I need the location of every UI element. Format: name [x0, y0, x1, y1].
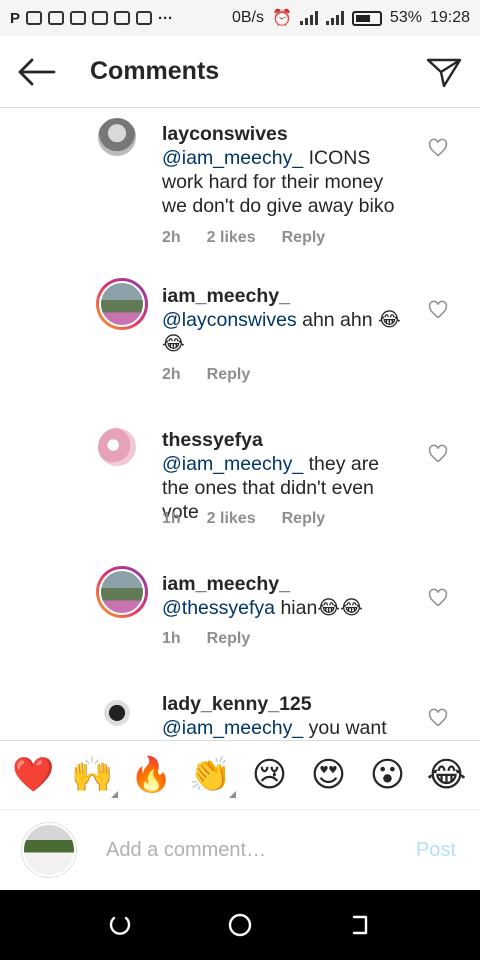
- notification-icons: P ···: [10, 10, 173, 27]
- comment-time: 2h: [162, 366, 181, 383]
- home-button[interactable]: [220, 905, 260, 945]
- share-button[interactable]: [422, 50, 466, 94]
- paper-plane-icon: [426, 58, 462, 88]
- emoji-crying-button[interactable]: 😢: [243, 748, 297, 802]
- more-variants-icon: [110, 791, 118, 798]
- comments-header: Comments: [0, 36, 480, 108]
- comment-username[interactable]: iam_meechy_: [162, 285, 290, 307]
- emoji-clap-button[interactable]: 👏: [184, 748, 238, 802]
- reply-button[interactable]: Reply: [207, 630, 251, 648]
- comment-username[interactable]: layconswives: [162, 123, 288, 145]
- home-circle-icon: [228, 913, 252, 937]
- instagram-icon: [92, 11, 109, 25]
- add-comment-bar: Post: [0, 810, 480, 890]
- emoji-clap-glyph: 👏: [189, 755, 232, 795]
- profile-photo: [96, 690, 138, 732]
- comment-meta: 2h 2 likes Reply: [162, 229, 325, 247]
- heart-icon[interactable]: [428, 708, 448, 728]
- mail-icon: [70, 11, 87, 25]
- back-nav-icon: [352, 915, 368, 935]
- recents-button[interactable]: [100, 905, 140, 945]
- avatar[interactable]: [96, 690, 138, 732]
- comment-username[interactable]: iam_meechy_: [162, 573, 290, 595]
- reply-button[interactable]: Reply: [207, 366, 251, 384]
- battery-icon: [351, 10, 382, 26]
- comment-text: iam_meechy_ @layconswives ahn ahn 😂😂: [162, 284, 402, 356]
- battery-percent: 53%: [389, 9, 422, 26]
- comment-time: 2h: [162, 229, 181, 246]
- reply-button[interactable]: Reply: [282, 510, 326, 528]
- profile-photo: [96, 426, 138, 468]
- pinterest-icon: P: [10, 9, 21, 27]
- signal-icon: [299, 11, 318, 25]
- emoji-heart-button[interactable]: ❤️: [7, 748, 61, 802]
- emoji-raised-hands-glyph: 🙌: [71, 755, 114, 795]
- profile-photo: [99, 281, 145, 327]
- avatar[interactable]: [96, 426, 138, 468]
- emoji-heart-eyes-button[interactable]: 😍: [302, 748, 356, 802]
- emoji-fire-button[interactable]: 🔥: [125, 748, 179, 802]
- arrow-left-icon: [18, 58, 56, 85]
- net-speed: 0B/s: [231, 9, 264, 26]
- reply-button[interactable]: Reply: [282, 229, 326, 247]
- comment-mention[interactable]: @iam_meechy_: [162, 453, 303, 475]
- heart-icon[interactable]: [428, 588, 448, 608]
- emoji-wow-button[interactable]: 😮: [361, 748, 415, 802]
- cloud-icon: [48, 11, 65, 25]
- comment-mention[interactable]: @layconswives: [162, 309, 297, 331]
- chrome-icon: [114, 11, 131, 25]
- signal-2-icon: [325, 11, 344, 25]
- back-button[interactable]: [0, 36, 72, 108]
- comment-time: 1h: [162, 510, 181, 527]
- emoji-raised-hands-button[interactable]: 🙌: [66, 748, 120, 802]
- alarm-icon: ⏰: [272, 10, 292, 27]
- my-avatar: [22, 823, 76, 877]
- comment-time: 1h: [162, 630, 181, 647]
- page-title: Comments: [90, 57, 220, 85]
- emoji-quick-bar: ❤️ 🙌 🔥 👏 😢 😍 😮 😂: [0, 740, 480, 810]
- clock: 19:28: [429, 9, 470, 26]
- comment-text: lady_kenny_125 @iam_meechy_ you want: [162, 692, 402, 738]
- heart-icon[interactable]: [428, 300, 448, 320]
- comment-meta: 1h Reply: [162, 630, 250, 648]
- comment-mention[interactable]: @iam_meechy_: [162, 717, 303, 738]
- avatar[interactable]: [96, 116, 138, 158]
- profile-photo: [99, 569, 145, 615]
- comment-meta: 1h 2 likes Reply: [162, 510, 325, 528]
- comment-username[interactable]: lady_kenny_125: [162, 693, 312, 715]
- comment-body: hian😂😂: [280, 597, 363, 619]
- image-icon: [136, 11, 153, 25]
- comment-mention[interactable]: @iam_meechy_: [162, 147, 303, 169]
- comment-mention[interactable]: @thessyefya: [162, 597, 275, 619]
- comment-text: layconswives @iam_meechy_ ICONS work har…: [162, 122, 402, 218]
- heart-icon[interactable]: [428, 138, 448, 158]
- comment-body: you want: [308, 717, 387, 738]
- comment-text: iam_meechy_ @thessyefya hian😂😂: [162, 572, 402, 620]
- status-bar: P ··· 0B/s ⏰ 53% 19:28: [0, 0, 480, 36]
- heart-icon[interactable]: [428, 444, 448, 464]
- comment-likes[interactable]: 2 likes: [207, 510, 256, 528]
- avatar[interactable]: [96, 278, 148, 330]
- more-variants-icon: [228, 791, 236, 798]
- comment-likes[interactable]: 2 likes: [207, 229, 256, 247]
- system-nav-bar: [0, 890, 480, 960]
- shirt-icon: [26, 11, 43, 25]
- back-nav-button[interactable]: [340, 905, 380, 945]
- comment-username[interactable]: thessyefya: [162, 429, 263, 451]
- profile-photo: [96, 116, 138, 158]
- post-button[interactable]: Post: [416, 839, 456, 862]
- comment-input[interactable]: [106, 838, 386, 862]
- recents-icon: [109, 916, 131, 935]
- emoji-laughing-button[interactable]: 😂: [420, 748, 474, 802]
- more-notifications-icon: ···: [158, 9, 174, 27]
- comment-meta: 2h Reply: [162, 366, 250, 384]
- avatar[interactable]: [96, 566, 148, 618]
- comments-list[interactable]: layconswives @iam_meechy_ ICONS work har…: [0, 108, 480, 738]
